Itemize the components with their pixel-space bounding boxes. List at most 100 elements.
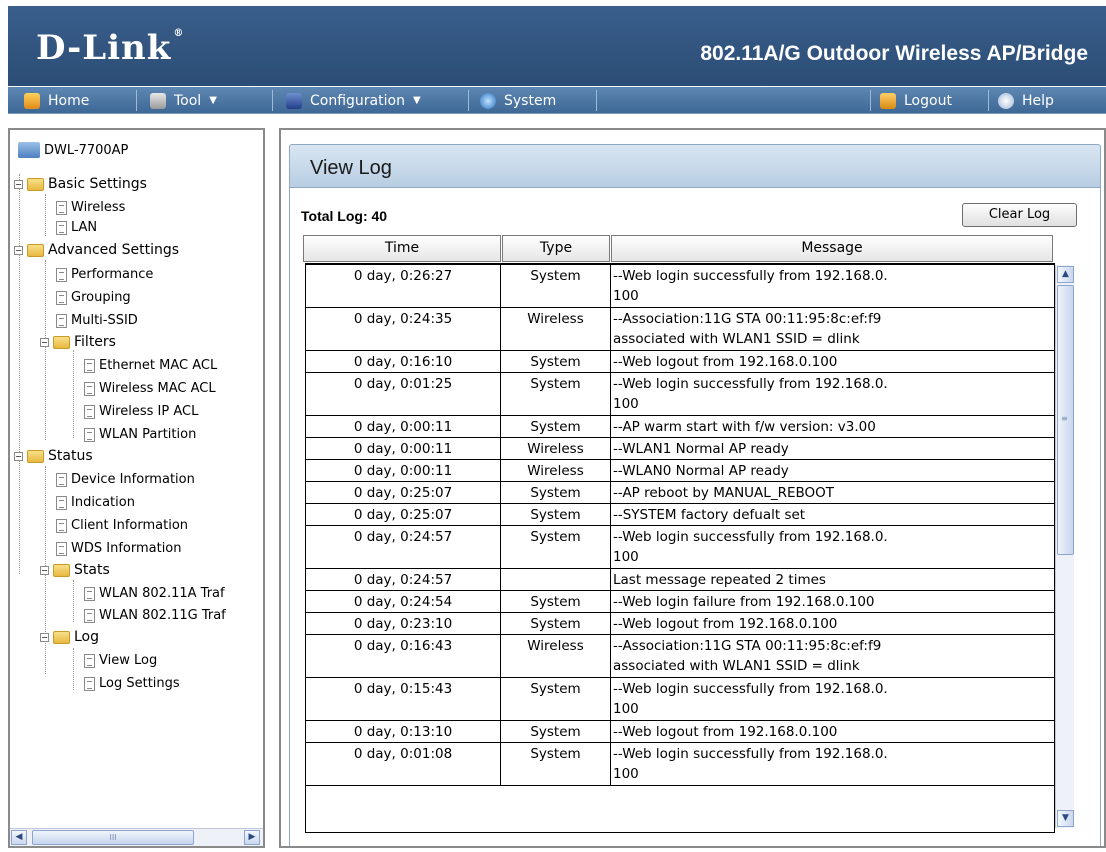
log-time-cell: 0 day, 0:13:10 (306, 721, 501, 742)
tree-item-performance[interactable]: Performance (56, 267, 153, 282)
collapse-icon[interactable]: − (14, 245, 23, 255)
log-type-cell: System (501, 504, 611, 525)
folder-open-icon (27, 243, 44, 257)
table-body: 0 day, 0:26:27 System --Web login successf… (305, 263, 1055, 833)
column-header-time[interactable]: Time (303, 235, 501, 262)
tree-basic-settings[interactable]: − Basic Settings (14, 176, 147, 192)
page-icon (84, 586, 95, 601)
log-type-cell (501, 569, 611, 590)
collapse-icon[interactable]: − (40, 632, 49, 642)
menu-tool[interactable]: Tool ▼ (150, 87, 217, 114)
page-icon (56, 518, 67, 533)
page-title: View Log (310, 157, 392, 179)
page-icon (84, 676, 95, 691)
log-message-cell: --Web logout from 192.168.0.100 (613, 354, 838, 370)
log-time-cell: 0 day, 0:24:54 (306, 591, 501, 612)
folder-open-icon (53, 563, 70, 577)
home-icon (24, 92, 40, 109)
table-row: 0 day, 0:24:35 Wireless --Association:11G … (306, 308, 1054, 351)
tree-item-wds-information[interactable]: WDS Information (56, 541, 182, 556)
table-row: 0 day, 0:00:11 Wireless --WLAN1 Normal AP … (306, 438, 1054, 460)
tree-advanced-settings[interactable]: − Advanced Settings (14, 242, 179, 258)
tool-icon (150, 92, 166, 109)
tree-item-grouping[interactable]: Grouping (56, 290, 131, 305)
log-message-cell: --SYSTEM factory defualt set (613, 507, 806, 523)
tree-item-wireless-mac-acl[interactable]: Wireless MAC ACL (84, 381, 216, 396)
menu-home[interactable]: Home (24, 87, 89, 114)
total-log-count: Total Log: 40 (301, 208, 388, 224)
log-time-cell: 0 day, 0:24:57 (306, 526, 501, 568)
page-icon (56, 541, 67, 556)
system-globe-icon (480, 92, 496, 109)
log-vertical-scrollbar[interactable]: ▲ ≡ ▼ (1055, 265, 1074, 828)
collapse-icon[interactable]: − (40, 565, 49, 575)
logout-key-icon (880, 92, 896, 109)
table-row: 0 day, 0:26:27 System --Web login successf… (306, 265, 1054, 308)
log-message-cell: --Association:11G STA 00:11:95:8c:ef:f9 … (613, 638, 882, 674)
log-time-cell: 0 day, 0:24:35 (306, 308, 501, 350)
log-message-cell: --Web login successfully from 192.168.0.… (613, 268, 888, 304)
scroll-up-icon[interactable]: ▲ (1057, 266, 1074, 283)
log-time-cell: 0 day, 0:25:07 (306, 482, 501, 503)
tree-log[interactable]: − Log (40, 629, 99, 645)
log-time-cell: 0 day, 0:26:27 (306, 265, 501, 307)
header-banner: D-Link ® 802.11A/G Outdoor Wireless AP/Br… (8, 6, 1106, 86)
tree-stats[interactable]: − Stats (40, 562, 110, 578)
log-message-cell: --AP warm start with f/w version: v3.00 (613, 419, 876, 435)
tree-item-ethernet-mac-acl[interactable]: Ethernet MAC ACL (84, 358, 217, 373)
tree-item-indication[interactable]: Indication (56, 495, 135, 510)
tree-item-log-settings[interactable]: Log Settings (84, 676, 180, 691)
table-row: 0 day, 0:00:11 System --AP warm start with… (306, 416, 1054, 438)
tree-root-device[interactable]: DWL-7700AP (18, 142, 128, 158)
tree-item-wlan-g-traffic[interactable]: WLAN 802.11G Traf (84, 608, 226, 623)
tree-item-wireless-ip-acl[interactable]: Wireless IP ACL (84, 404, 198, 419)
collapse-icon[interactable]: − (40, 337, 49, 347)
scroll-down-icon[interactable]: ▼ (1057, 810, 1074, 827)
log-message-cell: --AP reboot by MANUAL_REBOOT (613, 485, 834, 501)
menu-configuration[interactable]: Configuration ▼ (286, 87, 421, 114)
log-message-cell: Last message repeated 2 times (613, 572, 826, 588)
scroll-right-icon[interactable]: ▶ (244, 830, 260, 845)
scroll-thumb[interactable]: III (32, 830, 194, 845)
tree-item-wlan-partition[interactable]: WLAN Partition (84, 427, 196, 442)
log-time-cell: 0 day, 0:23:10 (306, 613, 501, 634)
menu-help[interactable]: Help (998, 87, 1054, 114)
collapse-icon[interactable]: − (14, 179, 23, 189)
tree-item-lan[interactable]: LAN (56, 220, 97, 235)
scroll-thumb[interactable]: ≡ (1057, 285, 1074, 555)
log-message-cell: --Association:11G STA 00:11:95:8c:ef:f9 … (613, 311, 882, 347)
page-icon (56, 472, 67, 487)
tree-item-client-information[interactable]: Client Information (56, 518, 188, 533)
table-row: 0 day, 0:01:25 System --Web login successf… (306, 373, 1054, 416)
table-row: 0 day, 0:24:57 Last message repeated 2 ti… (306, 569, 1054, 591)
menu-system[interactable]: System (480, 87, 556, 114)
log-time-cell: 0 day, 0:00:11 (306, 416, 501, 437)
log-type-cell: System (501, 721, 611, 742)
log-time-cell: 0 day, 0:01:08 (306, 743, 501, 785)
chevron-down-icon: ▼ (209, 95, 217, 106)
tree-item-wlan-a-traffic[interactable]: WLAN 802.11A Traf (84, 586, 225, 601)
tree-horizontal-scrollbar[interactable]: ◀ III ▶ (10, 828, 263, 846)
tree-status[interactable]: − Status (14, 448, 93, 464)
tree-item-device-information[interactable]: Device Information (56, 472, 195, 487)
log-type-cell: System (501, 743, 611, 785)
tree-item-view-log[interactable]: View Log (84, 653, 157, 668)
menu-logout[interactable]: Logout (880, 87, 952, 114)
column-header-message[interactable]: Message (611, 235, 1053, 262)
tree-item-multi-ssid[interactable]: Multi-SSID (56, 313, 138, 328)
log-time-cell: 0 day, 0:15:43 (306, 678, 501, 720)
log-time-cell: 0 day, 0:00:11 (306, 438, 501, 459)
product-title: 802.11A/G Outdoor Wireless AP/Bridge (700, 42, 1088, 65)
tree-filters[interactable]: − Filters (40, 334, 116, 350)
clear-log-button[interactable]: Clear Log (962, 203, 1077, 227)
log-time-cell: 0 day, 0:16:10 (306, 351, 501, 372)
collapse-icon[interactable]: − (14, 451, 23, 461)
scroll-left-icon[interactable]: ◀ (11, 830, 27, 845)
page-icon (56, 495, 67, 510)
column-header-type[interactable]: Type (502, 235, 610, 262)
log-message-cell: --Web login successfully from 192.168.0.… (613, 746, 888, 782)
log-type-cell: System (501, 678, 611, 720)
computer-icon (18, 142, 40, 158)
folder-open-icon (27, 177, 44, 191)
tree-item-wireless[interactable]: Wireless (56, 200, 125, 215)
